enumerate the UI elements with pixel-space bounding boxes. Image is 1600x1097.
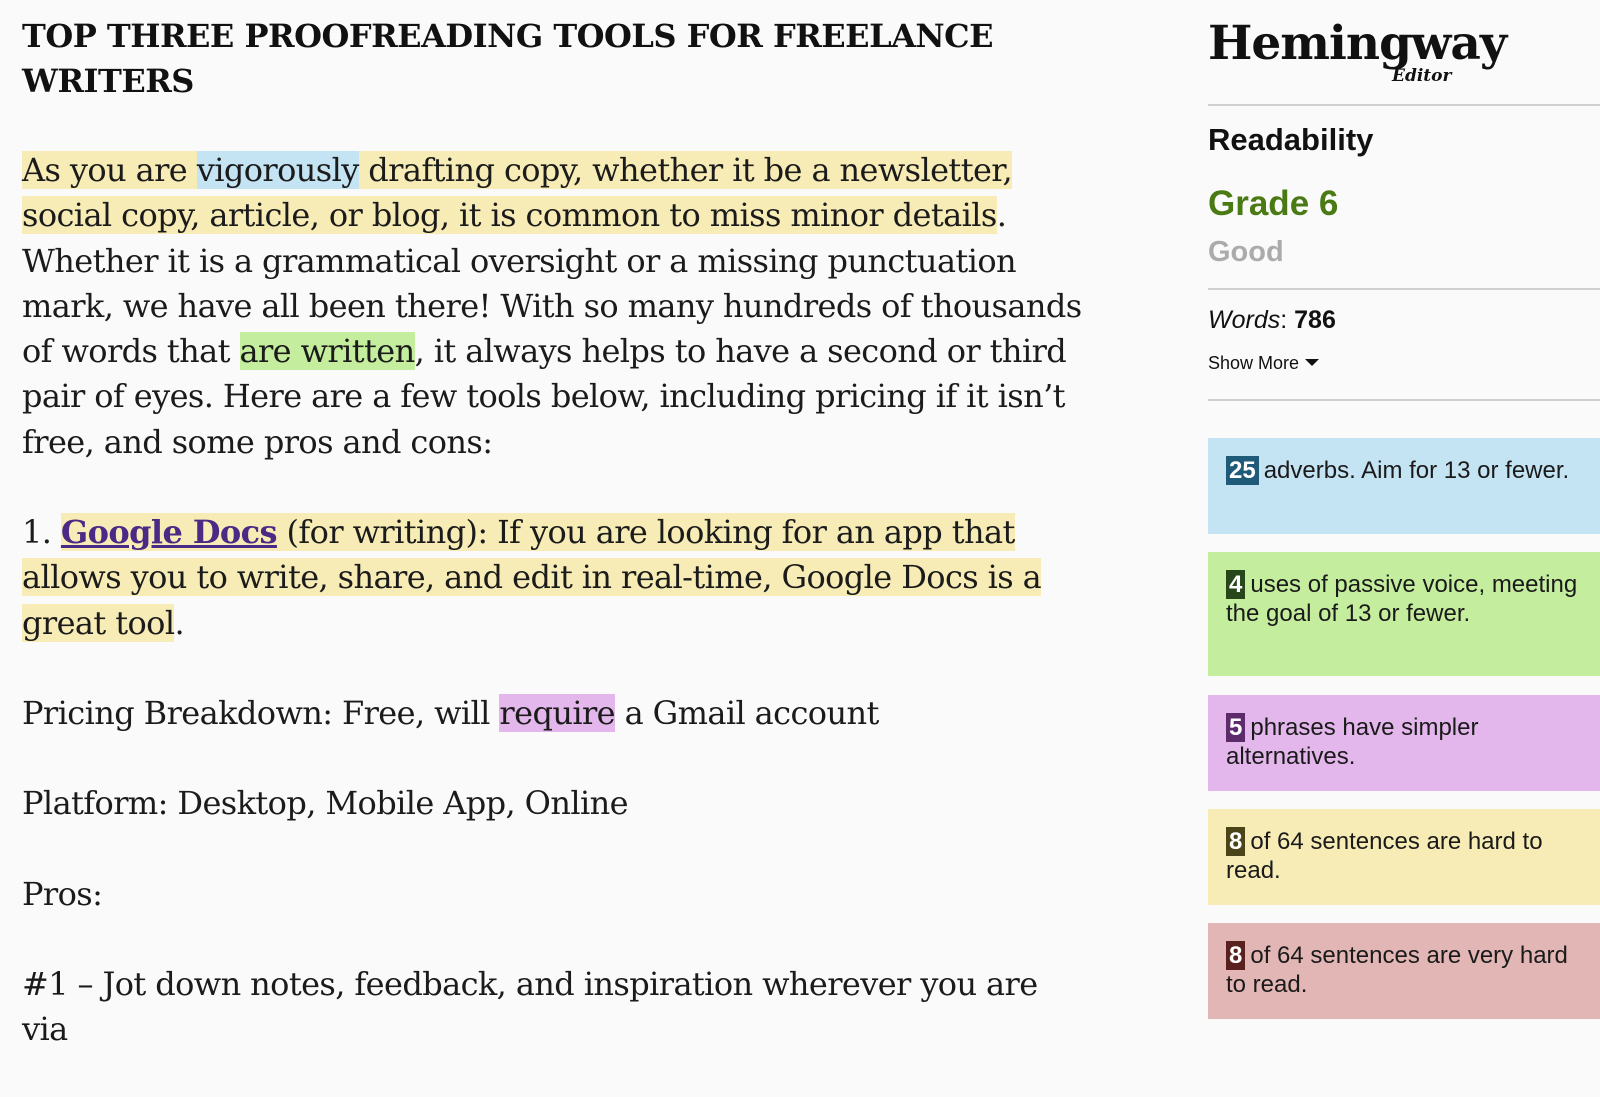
paragraph-pros[interactable]: Pros: (22, 872, 1082, 917)
adverb-count-badge: 25 (1226, 456, 1259, 485)
google-docs-link[interactable]: Google Docs (61, 513, 278, 551)
paragraph-platform[interactable]: Platform: Desktop, Mobile App, Online (22, 781, 1082, 826)
simpler-count-badge: 5 (1226, 713, 1246, 742)
readability-grade: Grade 6 (1208, 184, 1339, 223)
document-title[interactable]: TOP THREE PROOFREADING TOOLS FOR FREELAN… (22, 14, 1082, 104)
paragraph-google-docs[interactable]: 1. Google Docs (for writing): If you are… (22, 510, 1082, 646)
adverbs-card[interactable]: 25 adverbs. Aim for 13 or fewer. (1208, 438, 1600, 534)
readability-heading: Readability (1208, 122, 1374, 157)
very-hard-sentences-card[interactable]: 8 of 64 sentences are very hard to read. (1208, 923, 1600, 1019)
readability-sidebar: Hemingway Editor Readability Grade 6 Goo… (1208, 0, 1600, 1020)
paragraph-intro[interactable]: As you are vigorously drafting copy, whe… (22, 148, 1082, 465)
hard-sentences-card[interactable]: 8 of 64 sentences are hard to read. (1208, 809, 1600, 905)
text-run: a Gmail account (615, 693, 880, 732)
show-more-button[interactable]: Show More (1208, 353, 1320, 374)
word-count-value: 786 (1294, 306, 1336, 334)
very-hard-count-badge: 8 (1226, 941, 1246, 970)
readability-rating: Good (1208, 236, 1284, 268)
show-more-label: Show More (1208, 353, 1300, 373)
hemingway-logo: Hemingway Editor (1208, 14, 1507, 94)
text-run: Pricing Breakdown: Free, will (22, 693, 500, 732)
hard-count-badge: 8 (1226, 827, 1246, 856)
passive-count-badge: 4 (1226, 570, 1246, 599)
adverb-card-text: adverbs. Aim for 13 or fewer. (1263, 457, 1570, 484)
word-count-label: Words (1208, 306, 1281, 334)
hard-card-text: of 64 sentences are hard to read. (1226, 828, 1543, 884)
adverb-highlight: vigorously (196, 151, 359, 189)
simpler-phrases-card[interactable]: 5 phrases have simpler alternatives. (1208, 695, 1600, 791)
paragraph-pricing[interactable]: Pricing Breakdown: Free, will require a … (22, 691, 1082, 736)
passive-voice-card[interactable]: 4 uses of passive voice, meeting the goal… (1208, 552, 1600, 676)
editor-pane[interactable]: TOP THREE PROOFREADING TOOLS FOR FREELAN… (22, 14, 1082, 1097)
passive-voice-highlight: are written (239, 332, 415, 371)
caret-down-icon (1305, 359, 1320, 366)
divider (1208, 399, 1600, 401)
divider (1208, 104, 1600, 106)
word-count-separator: : (1280, 306, 1295, 334)
simpler-card-text: phrases have simpler alternatives. (1226, 714, 1479, 770)
simpler-alternative-highlight: require (499, 693, 616, 732)
very-hard-card-text: of 64 sentences are very hard to read. (1226, 942, 1568, 998)
text-run: As you are (22, 151, 197, 189)
text-run: . (174, 603, 185, 642)
list-number: 1. (22, 513, 61, 552)
hard-sentence-highlight: As you are vigorously drafting copy, whe… (22, 151, 1013, 235)
word-count: Words: 786 (1208, 306, 1336, 335)
logo-wordmark: Hemingway (1208, 16, 1507, 71)
passive-card-text: uses of passive voice, meeting the goal … (1226, 571, 1578, 627)
divider (1208, 288, 1600, 290)
logo-subtitle: Editor (1392, 66, 1452, 86)
paragraph-pro-1[interactable]: #1 – Jot down notes, feedback, and inspi… (22, 962, 1082, 1053)
